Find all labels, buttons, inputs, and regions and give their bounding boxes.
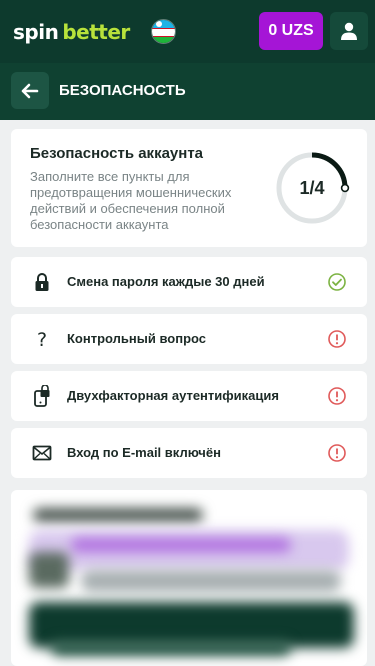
user-profile-button[interactable] bbox=[330, 12, 368, 50]
phone-lock-icon bbox=[30, 384, 54, 408]
security-item-label: Вход по E-mail включён bbox=[67, 445, 221, 460]
user-icon bbox=[341, 22, 357, 40]
lock-icon bbox=[30, 270, 54, 294]
balance-button[interactable]: 0 UZS bbox=[259, 12, 323, 50]
svg-text:?: ? bbox=[37, 329, 47, 350]
page-title: БЕЗОПАСНОСТЬ bbox=[59, 82, 186, 99]
logo-text-better: better bbox=[62, 20, 130, 44]
blurred-promo-banner bbox=[11, 490, 367, 666]
security-item-label: Смена пароля каждые 30 дней bbox=[67, 274, 265, 289]
summary-title: Безопасность аккаунта bbox=[30, 145, 204, 162]
envelope-icon bbox=[30, 441, 54, 465]
page-header: БЕЗОПАСНОСТЬ bbox=[0, 63, 375, 120]
uzbekistan-flag-icon[interactable] bbox=[151, 19, 176, 44]
security-item-password-change[interactable]: Смена пароля каждые 30 дней bbox=[11, 257, 367, 307]
security-item-security-question[interactable]: ? Контрольный вопрос bbox=[11, 314, 367, 364]
warning-circle-icon bbox=[328, 330, 346, 348]
top-bar: spin better 0 UZS bbox=[0, 0, 375, 63]
logo-text-spin: spin bbox=[13, 20, 59, 44]
security-item-two-factor[interactable]: Двухфакторная аутентификация bbox=[11, 371, 367, 421]
warning-circle-icon bbox=[328, 444, 346, 462]
security-item-label: Двухфакторная аутентификация bbox=[67, 388, 279, 403]
warning-circle-icon bbox=[328, 387, 346, 405]
question-icon: ? bbox=[30, 327, 54, 351]
arrow-left-icon bbox=[21, 83, 39, 98]
check-circle-icon bbox=[328, 273, 346, 291]
account-security-summary: Безопасность аккаунта Заполните все пунк… bbox=[11, 129, 367, 247]
spinbetter-logo[interactable]: spin better bbox=[13, 20, 130, 44]
security-item-label: Контрольный вопрос bbox=[67, 331, 207, 346]
summary-description: Заполните все пункты для предотвращения … bbox=[30, 169, 232, 232]
progress-text: 1/4 bbox=[299, 177, 325, 198]
security-item-email-login[interactable]: Вход по E-mail включён bbox=[11, 428, 367, 478]
back-button[interactable] bbox=[11, 72, 49, 109]
